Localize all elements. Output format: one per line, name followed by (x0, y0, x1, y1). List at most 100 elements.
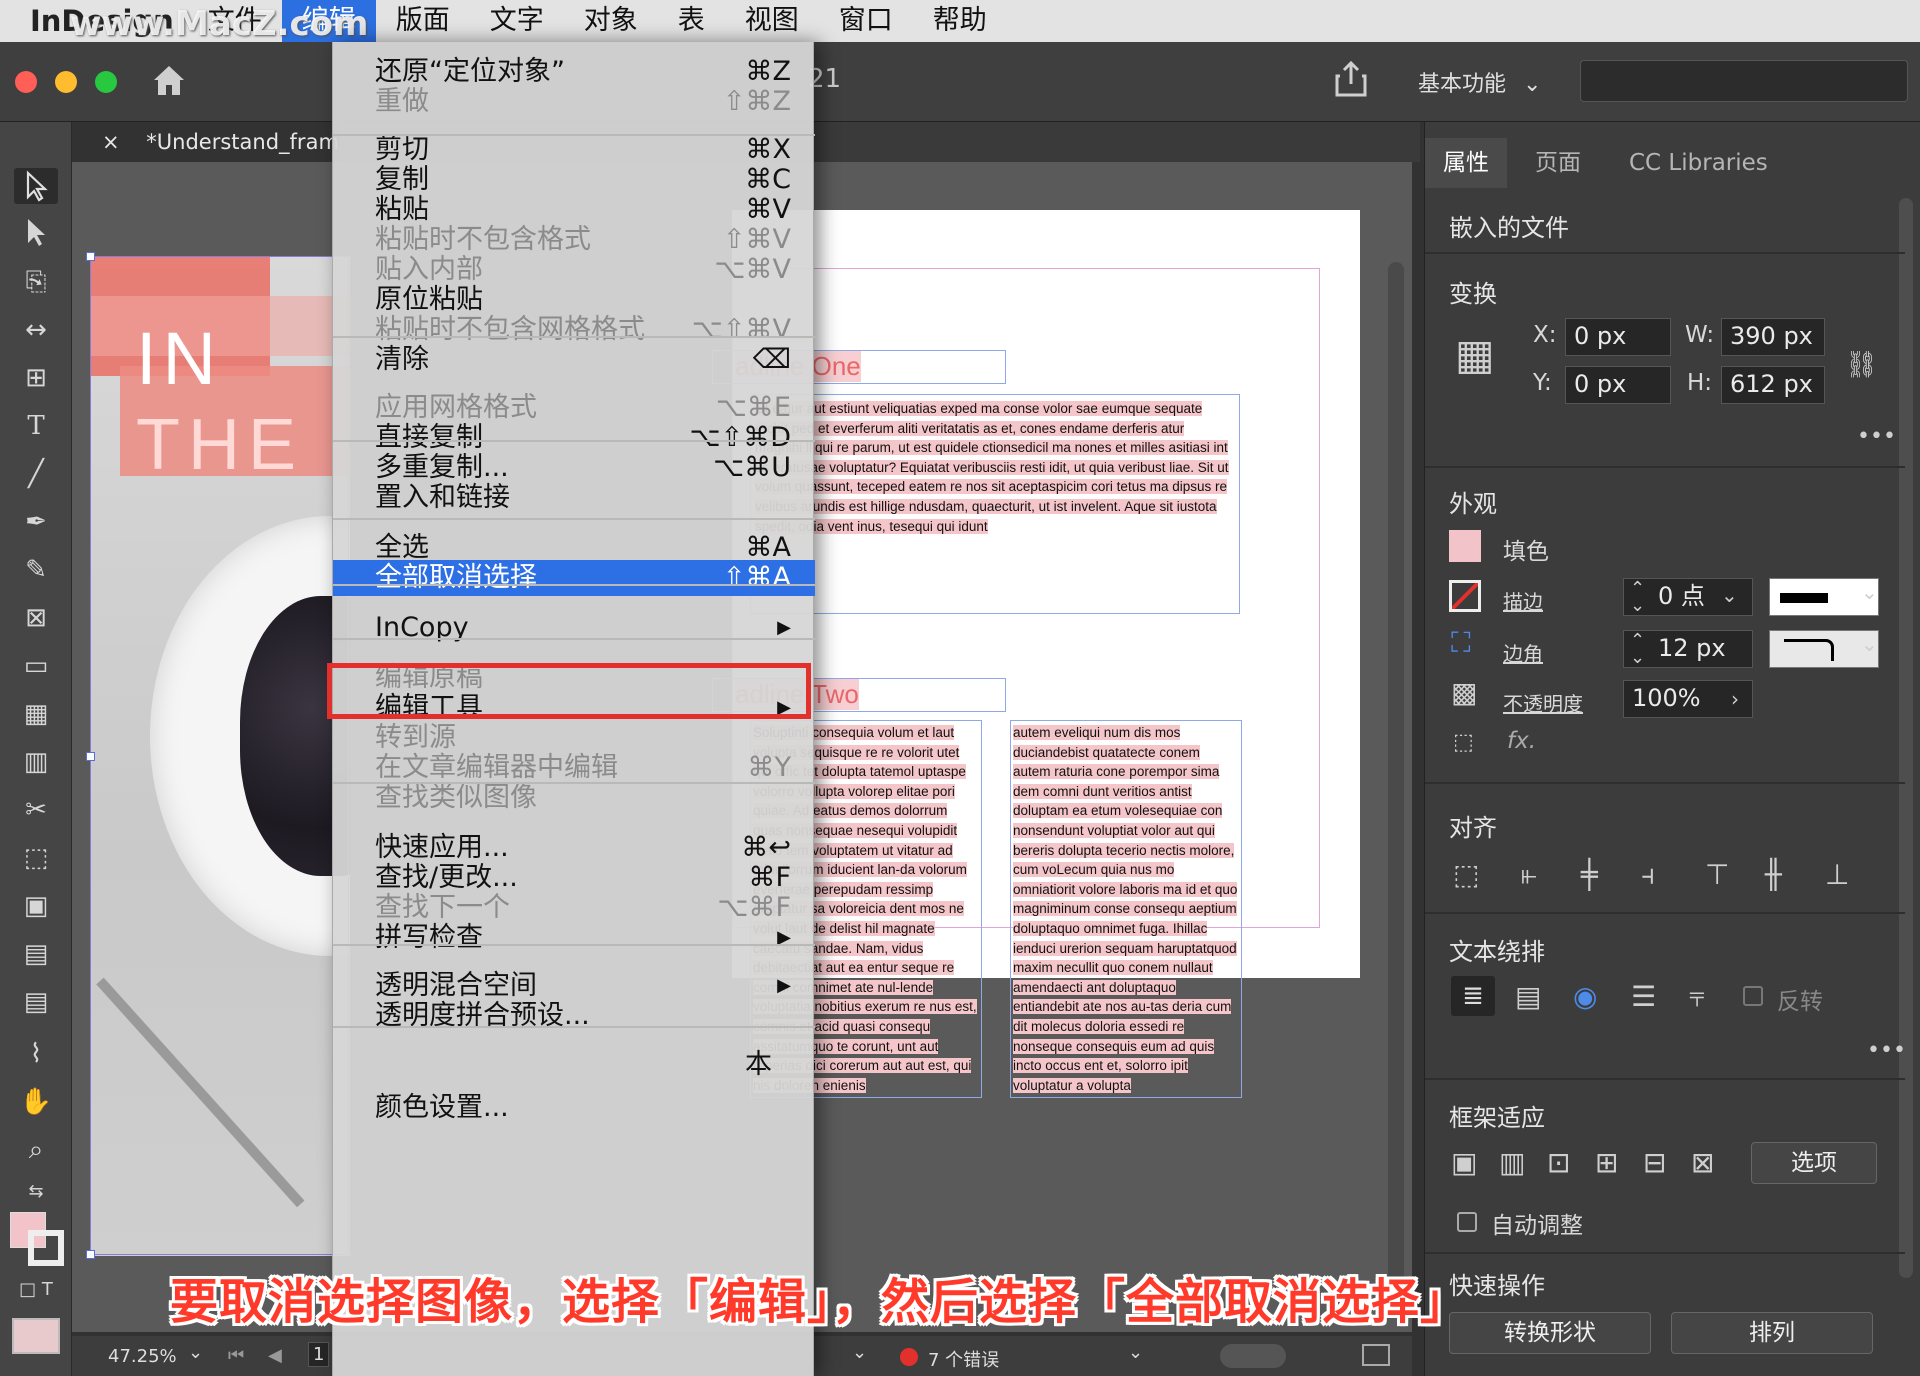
stroke-label[interactable]: 描边 (1503, 586, 1543, 615)
split-view-icon[interactable] (1362, 1344, 1390, 1366)
effects-label[interactable]: fx. (1507, 728, 1536, 754)
jump-next-column-icon[interactable]: ⫧ (1689, 982, 1705, 1012)
panel-scrollbar[interactable] (1899, 198, 1913, 1278)
gradient-feather-tool-icon[interactable]: ▤ (14, 936, 58, 972)
fill-frame-proportionally-icon[interactable]: ▣ (1451, 1148, 1477, 1178)
menu-item[interactable]: 拼写检查 ▶ (333, 920, 815, 956)
selection-tool-icon[interactable] (14, 168, 58, 204)
workspace-switcher[interactable]: 基本功能 ⌄ (1418, 66, 1541, 98)
stroke-color-swatch[interactable] (28, 1230, 64, 1266)
arrange-button[interactable]: 排列 (1671, 1312, 1873, 1354)
tab-properties[interactable]: 属性 (1425, 138, 1507, 188)
tab-pages[interactable]: 页面 (1517, 138, 1599, 188)
chevron-down-icon[interactable]: ⌄ (1861, 632, 1878, 656)
more-options-icon[interactable]: ••• (1867, 1036, 1906, 1066)
align-horizontal-center-icon[interactable]: ╪ (1581, 860, 1598, 890)
chevron-down-icon[interactable]: ⌄ (188, 1342, 203, 1363)
align-vertical-center-icon[interactable]: ╫ (1765, 860, 1782, 890)
page-number-field[interactable]: 1 (308, 1342, 330, 1367)
line-tool-icon[interactable]: ╱ (14, 456, 58, 492)
chevron-down-icon[interactable]: ⌄ (852, 1342, 867, 1363)
invert-checkbox[interactable] (1743, 986, 1763, 1006)
document-tab[interactable]: × *Understand_frame (80, 122, 340, 162)
menu-window[interactable]: 窗口 (819, 0, 913, 42)
reference-point-icon[interactable]: ▦ (1455, 334, 1495, 376)
body-text-frame-1[interactable]: Ut eatur aut estiunt veliquatias exped m… (750, 394, 1240, 614)
content-collector-icon[interactable]: ⊞ (14, 360, 58, 396)
chevron-right-icon[interactable]: › (1731, 684, 1739, 714)
align-right-icon[interactable]: ⫞ (1641, 860, 1655, 890)
menu-type[interactable]: 文字 (470, 0, 564, 42)
pen-tool-icon[interactable]: ✒ (14, 504, 58, 540)
selection-handle[interactable] (86, 752, 95, 761)
corner-options-icon[interactable]: ⛶ (1451, 628, 1471, 658)
column-frame-right[interactable]: autem eveliqui num dis mos duciandebist … (1010, 720, 1242, 1098)
fit-content-proportionally-icon[interactable]: ▥ (1499, 1148, 1525, 1178)
opacity-label[interactable]: 不透明度 (1503, 688, 1583, 717)
rectangle-tool-icon[interactable]: ▭ (14, 648, 58, 684)
free-transform-tool-icon[interactable]: ⬚ (14, 840, 58, 876)
menu-layout[interactable]: 版面 (376, 0, 470, 42)
align-bottom-icon[interactable]: ⊥ (1825, 860, 1849, 890)
menu-item[interactable]: InCopy ▶ (333, 610, 815, 646)
y-field[interactable]: 0 px (1565, 366, 1671, 404)
formatting-affects-container-icon[interactable]: □ T (14, 1272, 58, 1308)
menu-item[interactable]: 颜色设置... (333, 1090, 815, 1126)
x-field[interactable]: 0 px (1565, 318, 1671, 356)
menu-table[interactable]: 表 (658, 0, 725, 42)
gradient-swatch-tool-icon[interactable]: ▣ (14, 888, 58, 924)
view-mode-icon[interactable] (12, 1318, 60, 1354)
auto-fit-checkbox[interactable] (1457, 1212, 1477, 1232)
wrap-object-shape-icon[interactable]: ◉ (1573, 982, 1597, 1012)
h-field[interactable]: 612 px (1721, 366, 1825, 404)
search-field[interactable] (1580, 60, 1908, 102)
close-icon[interactable]: × (102, 130, 120, 154)
align-to-selection-icon[interactable]: ⬚ (1453, 860, 1479, 890)
pencil-tool-icon[interactable]: ✎ (14, 552, 58, 588)
menu-item[interactable]: 置入和链接 (333, 480, 815, 516)
align-left-icon[interactable]: ⫦ (1521, 860, 1537, 890)
rectangle-frame-tool-icon[interactable]: ⊠ (14, 600, 58, 636)
vertical-scrollbar[interactable] (1388, 262, 1404, 1282)
scissors-tool-icon[interactable]: ✂ (14, 792, 58, 828)
selection-handle[interactable] (86, 1250, 95, 1259)
selection-handle[interactable] (86, 252, 95, 261)
menu-object[interactable]: 对象 (564, 0, 658, 42)
menu-item[interactable]: 清除 ⌫ (333, 342, 815, 378)
fit-frame-to-content-icon[interactable]: ⊡ (1547, 1148, 1570, 1178)
fill-swatch[interactable] (1449, 530, 1481, 562)
table-tool-icon[interactable]: ▦ (14, 696, 58, 732)
minimize-window-button[interactable] (55, 71, 77, 93)
fit-content-to-frame-icon[interactable]: ⊞ (1595, 1148, 1618, 1178)
stepper-icon[interactable]: ⌃ ⌄ (1630, 632, 1645, 667)
direct-selection-tool-icon[interactable] (14, 216, 58, 252)
stroke-swatch[interactable] (1449, 580, 1481, 612)
first-page-icon[interactable]: ⏮ (228, 1345, 244, 1366)
zoom-window-button[interactable] (95, 71, 117, 93)
gap-tool-icon[interactable]: ↔ (14, 312, 58, 348)
content-aware-fit-icon[interactable]: ⊠ (1691, 1148, 1714, 1178)
status-scroll-thumb[interactable] (1220, 1344, 1286, 1368)
menu-view[interactable]: 视图 (725, 0, 819, 42)
zoom-level[interactable]: 47.25% (108, 1346, 177, 1367)
hand-tool-icon[interactable]: ✋ (14, 1084, 58, 1120)
swap-colors-icon[interactable]: ⇆ (14, 1174, 58, 1210)
menu-help[interactable]: 帮助 (913, 0, 1007, 42)
tab-cc-libraries[interactable]: CC Libraries (1611, 138, 1786, 188)
stepper-icon[interactable]: ⌃ ⌄ (1630, 580, 1645, 615)
error-count[interactable]: 7 个错误 (928, 1346, 999, 1372)
menu-item[interactable]: 透明度拼合预设... (333, 998, 815, 1034)
corner-label[interactable]: 边角 (1503, 638, 1543, 667)
center-content-icon[interactable]: ⊟ (1643, 1148, 1666, 1178)
fitting-options-button[interactable]: 选项 (1751, 1142, 1877, 1184)
w-field[interactable]: 390 px (1721, 318, 1825, 356)
fit-frame-icon[interactable]: ⬚ (1453, 728, 1474, 758)
more-options-icon[interactable]: ••• (1857, 422, 1896, 452)
align-top-icon[interactable]: ⊤ (1705, 860, 1729, 890)
wrap-bounding-box-icon[interactable]: ▤ (1515, 982, 1541, 1012)
note-tool-icon[interactable]: ▤ (14, 984, 58, 1020)
zoom-tool-icon[interactable]: ⌕ (14, 1132, 58, 1168)
jump-object-icon[interactable]: ☰ (1631, 982, 1656, 1012)
constrain-proportions-icon[interactable]: ⛓ (1845, 350, 1878, 380)
page-tool-icon[interactable]: ⎘ (14, 264, 58, 300)
